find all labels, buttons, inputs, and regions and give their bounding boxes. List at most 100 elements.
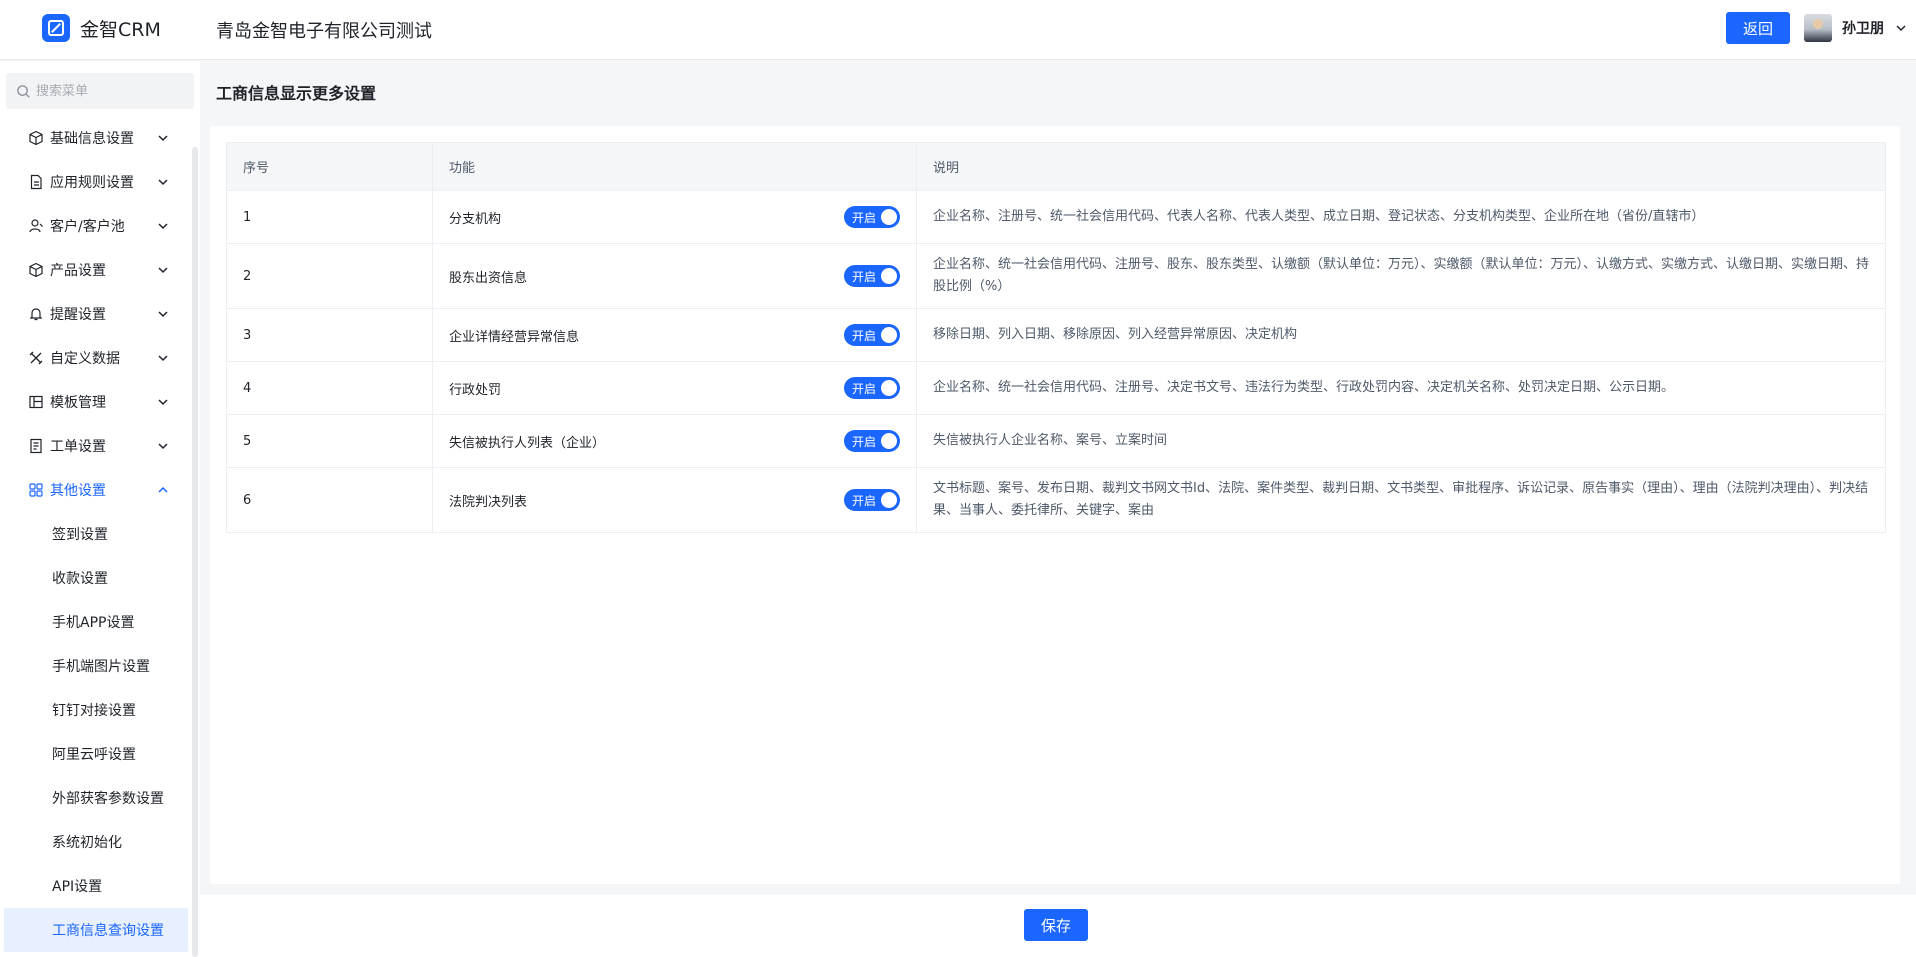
chevron-down-icon (158, 179, 168, 186)
chevron-down-icon (158, 399, 168, 406)
chevron-down-icon (158, 223, 168, 230)
row-number: 4 (227, 362, 433, 414)
feature-cell: 失信被执行人列表（企业） 开启 (433, 415, 917, 467)
table-row: 6 法院判决列表 开启 文书标题、案号、发布日期、裁判文书网文书Id、法院、案件类型、… (227, 468, 1885, 533)
chevron-down-icon (158, 135, 168, 142)
sidebar-menu-label: 其他设置 (50, 483, 106, 499)
feature-name: 法院判决列表 (449, 494, 528, 510)
toggle-label: 开启 (852, 381, 877, 396)
sidebar-submenu-item[interactable]: 阿里云呼设置 (0, 732, 190, 776)
sidebar-submenu-item[interactable]: 工商信息查询设置 (4, 908, 188, 952)
template-icon (29, 395, 43, 409)
table-row: 5 失信被执行人列表（企业） 开启 失信被执行人企业名称、案号、立案时间 (227, 415, 1885, 468)
enable-toggle[interactable]: 开启 (844, 324, 900, 346)
sidebar-menu-item[interactable]: 基础信息设置 (0, 116, 190, 160)
sidebar-menu-item[interactable]: 客户/客户池 (0, 204, 190, 248)
column-header-feature: 功能 (433, 143, 917, 190)
sidebar-menu-label: 产品设置 (50, 263, 106, 279)
table-row: 2 股东出资信息 开启 企业名称、统一社会信用代码、注册号、股东、股东类型、认缴额（默… (227, 244, 1885, 309)
toggle-label: 开启 (852, 328, 877, 343)
description-cell: 失信被执行人企业名称、案号、立案时间 (933, 433, 1168, 448)
chevron-down-icon (158, 267, 168, 274)
toggle-knob (881, 492, 897, 508)
description-cell: 企业名称、统一社会信用代码、注册号、股东、股东类型、认缴额（默认单位：万元）、实… (933, 257, 1870, 294)
user-name: 孙卫朋 (1842, 21, 1884, 37)
description-cell: 文书标题、案号、发布日期、裁判文书网文书Id、法院、案件类型、裁判日期、文书类型… (933, 481, 1869, 518)
sidebar-menu-label: 模板管理 (50, 395, 106, 411)
sidebar-menu-item[interactable]: 工单设置 (0, 424, 190, 468)
description-cell: 企业名称、注册号、统一社会信用代码、代表人名称、代表人类型、成立日期、登记状态、… (933, 209, 1705, 224)
chevron-down-icon (158, 311, 168, 318)
enable-toggle[interactable]: 开启 (844, 430, 900, 452)
app-logo[interactable]: 金智CRM (42, 14, 161, 42)
bell-icon (29, 308, 43, 321)
sidebar-menu-label: 客户/客户池 (50, 219, 125, 235)
user-icon (29, 219, 43, 233)
feature-cell: 法院判决列表 开启 (433, 468, 917, 532)
column-header-no: 序号 (227, 143, 433, 190)
enable-toggle[interactable]: 开启 (844, 377, 900, 399)
document-icon (30, 174, 42, 190)
sidebar-menu-item[interactable]: 自定义数据 (0, 336, 190, 380)
user-menu[interactable]: 孙卫朋 (1804, 14, 1908, 42)
grid-icon (29, 483, 43, 497)
feature-cell: 企业详情经营异常信息 开启 (433, 309, 917, 361)
chevron-down-icon (1896, 25, 1906, 32)
sidebar-submenu-item[interactable]: 钉钉对接设置 (0, 688, 190, 732)
row-number: 3 (227, 309, 433, 361)
search-input[interactable] (36, 83, 186, 99)
search-icon (17, 84, 30, 98)
chevron-down-icon (158, 355, 168, 362)
chevron-up-icon (158, 486, 168, 493)
table-row: 1 分支机构 开启 企业名称、注册号、统一社会信用代码、代表人名称、代表人类型、成立日… (227, 191, 1885, 244)
row-number: 6 (227, 468, 433, 532)
sidebar-submenu-item[interactable]: 外部获客参数设置 (0, 776, 190, 820)
feature-cell: 行政处罚 开启 (433, 362, 917, 414)
enable-toggle[interactable]: 开启 (844, 489, 900, 511)
feature-cell: 分支机构 开启 (433, 191, 917, 243)
toggle-label: 开启 (852, 210, 877, 225)
sidebar-menu-item[interactable]: 其他设置 (0, 468, 190, 512)
feature-cell: 股东出资信息 开启 (433, 244, 917, 308)
toggle-knob (881, 209, 897, 225)
company-name: 青岛金智电子有限公司测试 (216, 21, 432, 42)
row-number: 1 (227, 191, 433, 243)
row-number: 2 (227, 244, 433, 308)
sidebar-scrollbar[interactable] (192, 147, 198, 957)
sidebar-menu-item[interactable]: 产品设置 (0, 248, 190, 292)
toggle-knob (881, 380, 897, 396)
sidebar-submenu-item[interactable]: 手机端图片设置 (0, 644, 190, 688)
logo-icon (42, 14, 70, 42)
sidebar-menu-label: 工单设置 (50, 439, 106, 455)
menu-search[interactable] (6, 73, 194, 109)
tools-icon (29, 351, 43, 365)
sidebar-menu-label: 自定义数据 (50, 351, 120, 367)
enable-toggle[interactable]: 开启 (844, 206, 900, 228)
toggle-label: 开启 (852, 434, 877, 449)
sidebar-menu-item[interactable]: 模板管理 (0, 380, 190, 424)
table-header: 序号 功能 说明 (227, 143, 1885, 191)
sidebar-submenu-item[interactable]: 收款设置 (0, 556, 190, 600)
feature-name: 股东出资信息 (449, 270, 528, 286)
ticket-icon (30, 438, 42, 454)
sidebar-menu-item[interactable]: 提醒设置 (0, 292, 190, 336)
sidebar-menu-label: 基础信息设置 (50, 131, 134, 147)
back-button[interactable]: 返回 (1726, 12, 1790, 44)
sidebar-submenu-item[interactable]: 签到设置 (0, 512, 190, 556)
sidebar-submenu-item[interactable]: 手机APP设置 (0, 600, 190, 644)
row-number: 5 (227, 415, 433, 467)
sidebar-submenu-item[interactable]: 系统初始化 (0, 820, 190, 864)
enable-toggle[interactable]: 开启 (844, 265, 900, 287)
feature-name: 分支机构 (449, 211, 502, 227)
app-name: 金智CRM (80, 18, 161, 41)
save-button[interactable]: 保存 (1024, 909, 1088, 941)
toggle-knob (881, 268, 897, 284)
sidebar-menu-label: 提醒设置 (50, 307, 106, 323)
toggle-knob (881, 433, 897, 449)
sidebar-menu-label: 应用规则设置 (50, 175, 134, 191)
sidebar-submenu-item[interactable]: API设置 (0, 864, 190, 908)
feature-name: 失信被执行人列表（企业） (449, 435, 606, 451)
feature-name: 行政处罚 (449, 382, 502, 398)
sidebar: 基础信息设置应用规则设置客户/客户池产品设置提醒设置自定义数据模板管理工单设置其… (0, 61, 200, 957)
sidebar-menu-item[interactable]: 应用规则设置 (0, 160, 190, 204)
